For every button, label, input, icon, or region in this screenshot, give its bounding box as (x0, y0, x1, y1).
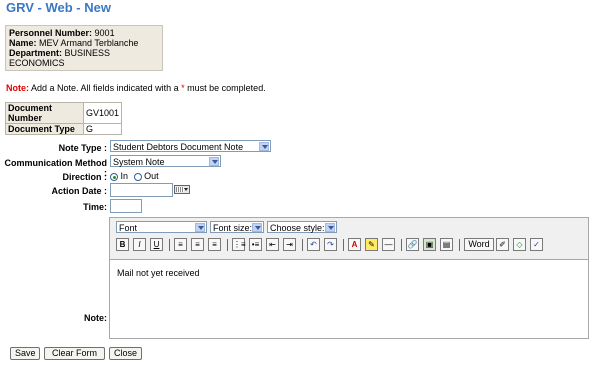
chevron-down-icon (252, 223, 262, 232)
align-left-icon[interactable]: ≡ (174, 238, 187, 251)
horizontal-rule-icon[interactable]: — (382, 238, 395, 251)
document-number-value: GV1001 (82, 102, 123, 124)
communication-method-select[interactable]: System Note (110, 155, 221, 167)
table-icon[interactable]: ▤ (440, 238, 453, 251)
rich-text-editor: Font Font size: Choose style: B I U ≡ ≡ … (109, 217, 589, 339)
ordered-list-icon[interactable]: ⋮≡ (232, 238, 246, 251)
font-select-value: Font (119, 223, 138, 233)
document-number-label: Document Number (5, 102, 84, 124)
note-editor-content[interactable]: Mail not yet received (110, 260, 588, 338)
clean-icon[interactable]: ✐ (496, 238, 509, 251)
page-title: GRV - Web - New (6, 0, 111, 15)
underline-icon[interactable]: U (150, 238, 163, 251)
document-info-table: Document Number GV1001 Document Type G (5, 102, 123, 135)
undo-icon[interactable]: ↶ (307, 238, 320, 251)
communication-method-value: System Note (113, 157, 165, 167)
chevron-down-icon (209, 157, 219, 166)
direction-out-label: Out (144, 171, 159, 181)
bold-icon[interactable]: B (116, 238, 129, 251)
note-type-value: Student Debtors Document Note (113, 142, 244, 152)
note-text: Add a Note. All fields indicated with a (31, 83, 179, 93)
personnel-info-box: Personnel Number: 9001 Name: MEV Armand … (5, 25, 163, 71)
direction-in-radio[interactable] (110, 172, 118, 181)
note-label: Note: (84, 313, 107, 323)
chevron-down-icon (325, 223, 335, 232)
font-color-icon[interactable]: A (348, 238, 361, 251)
document-type-label: Document Type (5, 123, 84, 135)
document-number-row: Document Number GV1001 (5, 102, 123, 124)
editor-toolbar: Font Font size: Choose style: B I U ≡ ≡ … (110, 218, 588, 260)
style-select[interactable]: Choose style: (267, 221, 337, 233)
font-size-value: Font size: (213, 223, 253, 233)
save-button[interactable]: Save (10, 347, 40, 360)
note-prefix: Note: (6, 83, 29, 93)
font-select[interactable]: Font (116, 221, 207, 233)
chevron-down-icon (195, 223, 205, 232)
align-right-icon[interactable]: ≡ (208, 238, 221, 251)
direction-in-label: In (120, 171, 129, 181)
name-label: Name: (9, 38, 37, 48)
style-select-value: Choose style: (270, 223, 325, 233)
align-center-icon[interactable]: ≡ (191, 238, 204, 251)
outdent-icon[interactable]: ⇤ (266, 238, 279, 251)
personnel-number-value: 9001 (94, 28, 115, 38)
clear-form-button[interactable]: Clear Form (44, 347, 105, 360)
instructions-note: Note: Add a Note. All fields indicated w… (6, 83, 266, 93)
font-size-select[interactable]: Font size: (210, 221, 264, 233)
word-paste-button[interactable]: Word (464, 238, 494, 251)
action-date-input[interactable] (110, 183, 173, 197)
note-type-label: Note Type : (58, 143, 107, 153)
document-type-value: G (82, 123, 123, 135)
note-suffix: must be completed. (187, 83, 266, 93)
close-button[interactable]: Close (109, 347, 142, 360)
department-label: Department: (9, 48, 63, 58)
calendar-icon[interactable] (174, 185, 190, 194)
direction-out-radio[interactable] (133, 172, 142, 181)
chevron-down-icon (259, 142, 269, 151)
document-type-row: Document Type G (5, 123, 123, 135)
highlight-icon[interactable]: ✎ (365, 238, 378, 251)
redo-icon[interactable]: ↷ (324, 238, 337, 251)
action-date-label: Action Date : (51, 186, 107, 196)
direction-label: Direction : (62, 172, 107, 182)
name-value: MEV Armand Terblanche (39, 38, 139, 48)
time-input[interactable] (110, 199, 142, 213)
personnel-number-label: Personnel Number: (9, 28, 93, 38)
italic-icon[interactable]: I (133, 238, 146, 251)
note-type-select[interactable]: Student Debtors Document Note (110, 140, 271, 152)
indent-icon[interactable]: ⇥ (283, 238, 296, 251)
spellcheck-icon[interactable]: ✓ (530, 238, 543, 251)
time-label: Time: (83, 202, 107, 212)
required-star: * (181, 83, 185, 93)
unordered-list-icon[interactable]: •≡ (249, 238, 262, 251)
direction-group: In Out (110, 171, 159, 182)
link-icon[interactable]: 🔗 (406, 238, 419, 251)
image-icon[interactable]: ▣ (423, 238, 436, 251)
html-source-icon[interactable]: ◇ (513, 238, 526, 251)
